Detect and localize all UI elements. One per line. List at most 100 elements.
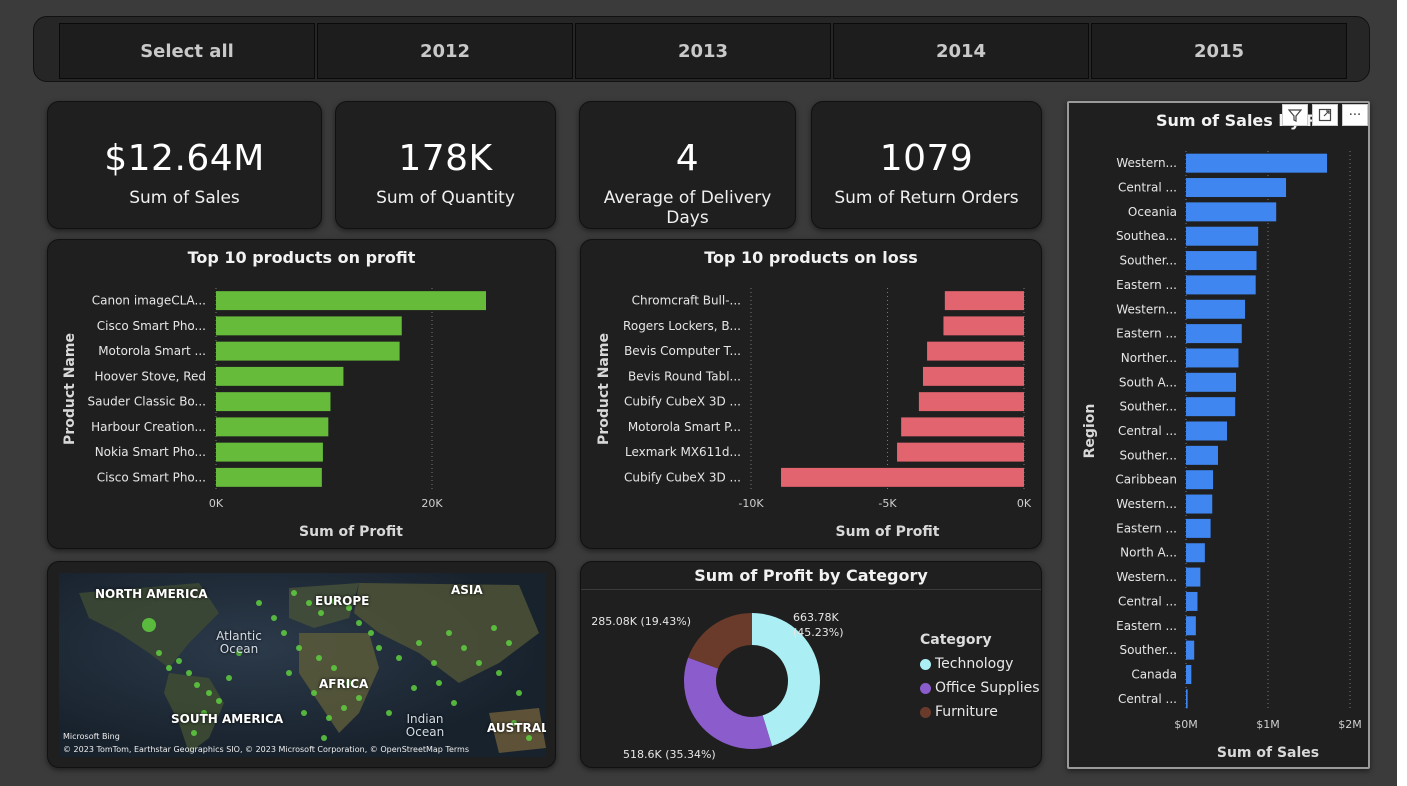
bar[interactable] [901, 417, 1024, 437]
bar[interactable] [216, 291, 486, 311]
bar[interactable] [216, 392, 331, 412]
kpi-card-quantity[interactable]: 178K Sum of Quantity [335, 101, 556, 229]
bar[interactable] [1186, 470, 1214, 490]
more-options-icon[interactable]: ··· [1342, 104, 1368, 126]
bar[interactable] [944, 291, 1024, 311]
map-point[interactable] [156, 650, 162, 656]
loss-chart-card[interactable]: Top 10 products on loss -10K -5K 0K Chromcr… [580, 239, 1042, 549]
map-point[interactable] [496, 670, 502, 676]
bar[interactable] [1186, 518, 1211, 538]
bar[interactable] [1186, 299, 1246, 319]
map-point[interactable] [506, 640, 512, 646]
map-point[interactable] [191, 730, 197, 736]
bar[interactable] [897, 442, 1024, 462]
slicer-year-2015[interactable]: 2015 [1091, 23, 1347, 79]
map-point[interactable] [256, 600, 262, 606]
map-point[interactable] [386, 710, 392, 716]
bar[interactable] [1186, 445, 1218, 465]
map-point[interactable] [446, 630, 452, 636]
map-point[interactable] [216, 698, 222, 704]
map-point[interactable] [318, 610, 324, 616]
bar[interactable] [1186, 372, 1237, 392]
map-point[interactable] [206, 690, 212, 696]
region-chart-card[interactable]: Sum of Sales by Re $0M $1M $2M Western... Ce… [1067, 101, 1370, 769]
map-point[interactable] [356, 620, 362, 626]
bar[interactable] [918, 392, 1024, 412]
bar[interactable] [1186, 348, 1239, 368]
focus-mode-icon[interactable] [1312, 104, 1338, 126]
map-point[interactable] [194, 682, 200, 688]
map-point[interactable] [306, 600, 312, 606]
map-point[interactable] [142, 618, 156, 632]
bar[interactable] [1186, 689, 1188, 709]
map-point[interactable] [286, 670, 292, 676]
map-point[interactable] [331, 665, 337, 671]
world-map[interactable]: NORTH AMERICA EUROPE ASIA AFRICA SOUTH A… [59, 573, 546, 757]
slicer-year-2014[interactable]: 2014 [833, 23, 1089, 79]
map-point[interactable] [291, 590, 297, 596]
bar[interactable] [1186, 591, 1198, 611]
map-point[interactable] [271, 615, 277, 621]
map-point[interactable] [396, 655, 402, 661]
bar[interactable] [1186, 664, 1192, 684]
bar[interactable] [216, 417, 329, 437]
map-point[interactable] [461, 645, 467, 651]
map-point[interactable] [296, 645, 302, 651]
map-point[interactable] [341, 705, 347, 711]
map-point[interactable] [431, 660, 437, 666]
bar[interactable] [1186, 202, 1277, 222]
map-point[interactable] [311, 690, 317, 696]
map-point[interactable] [436, 680, 442, 686]
bar[interactable] [1186, 226, 1259, 246]
bar[interactable] [1186, 567, 1201, 587]
bar[interactable] [927, 341, 1024, 361]
map-point[interactable] [526, 735, 532, 741]
kpi-card-return-orders[interactable]: 1079 Sum of Return Orders [811, 101, 1042, 229]
map-point[interactable] [226, 675, 232, 681]
filter-icon[interactable] [1282, 104, 1308, 126]
legend-item-office-supplies[interactable]: Office Supplies [920, 680, 1040, 696]
map-point[interactable] [451, 700, 457, 706]
bar[interactable] [1186, 397, 1236, 417]
legend-item-technology[interactable]: Technology [920, 656, 1040, 672]
bar[interactable] [1186, 494, 1213, 514]
bar[interactable] [216, 316, 402, 336]
map-point[interactable] [281, 630, 287, 636]
map-point[interactable] [491, 625, 497, 631]
map-attribution[interactable]: © 2023 TomTom, Earthstar Geographics SIO… [63, 745, 469, 754]
slicer-year-2013[interactable]: 2013 [575, 23, 831, 79]
profit-chart-card[interactable]: Top 10 products on profit 0K 20K Canon ima… [47, 239, 556, 549]
bar[interactable] [943, 316, 1024, 336]
bar[interactable] [216, 467, 322, 487]
bar[interactable] [216, 442, 323, 462]
bar[interactable] [1186, 640, 1195, 660]
map-point[interactable] [368, 630, 374, 636]
slicer-select-all[interactable]: Select all [59, 23, 315, 79]
bar[interactable] [216, 366, 344, 386]
map-point[interactable] [176, 658, 182, 664]
bar[interactable] [781, 467, 1024, 487]
slicer-year-2012[interactable]: 2012 [317, 23, 573, 79]
map-point[interactable] [416, 640, 422, 646]
kpi-card-sales[interactable]: $12.64M Sum of Sales [47, 101, 322, 229]
bar[interactable] [922, 366, 1024, 386]
map-point[interactable] [316, 655, 322, 661]
map-point[interactable] [301, 710, 307, 716]
bar[interactable] [1186, 543, 1205, 563]
bar[interactable] [1186, 153, 1328, 173]
bar[interactable] [1186, 275, 1256, 295]
map-point[interactable] [326, 715, 332, 721]
map-card[interactable]: NORTH AMERICA EUROPE ASIA AFRICA SOUTH A… [47, 561, 556, 768]
map-point[interactable] [356, 695, 362, 701]
map-point[interactable] [166, 665, 172, 671]
bar[interactable] [1186, 178, 1287, 198]
category-donut-card[interactable]: Sum of Profit by Category 663.78K (45.23%… [580, 561, 1042, 768]
bar[interactable] [1186, 616, 1196, 636]
map-point[interactable] [376, 645, 382, 651]
map-point[interactable] [186, 670, 192, 676]
bar[interactable] [1186, 324, 1242, 344]
map-point[interactable] [516, 690, 522, 696]
kpi-card-delivery-days[interactable]: 4 Average of Delivery Days [579, 101, 796, 229]
map-point[interactable] [476, 660, 482, 666]
bar[interactable] [216, 341, 400, 361]
